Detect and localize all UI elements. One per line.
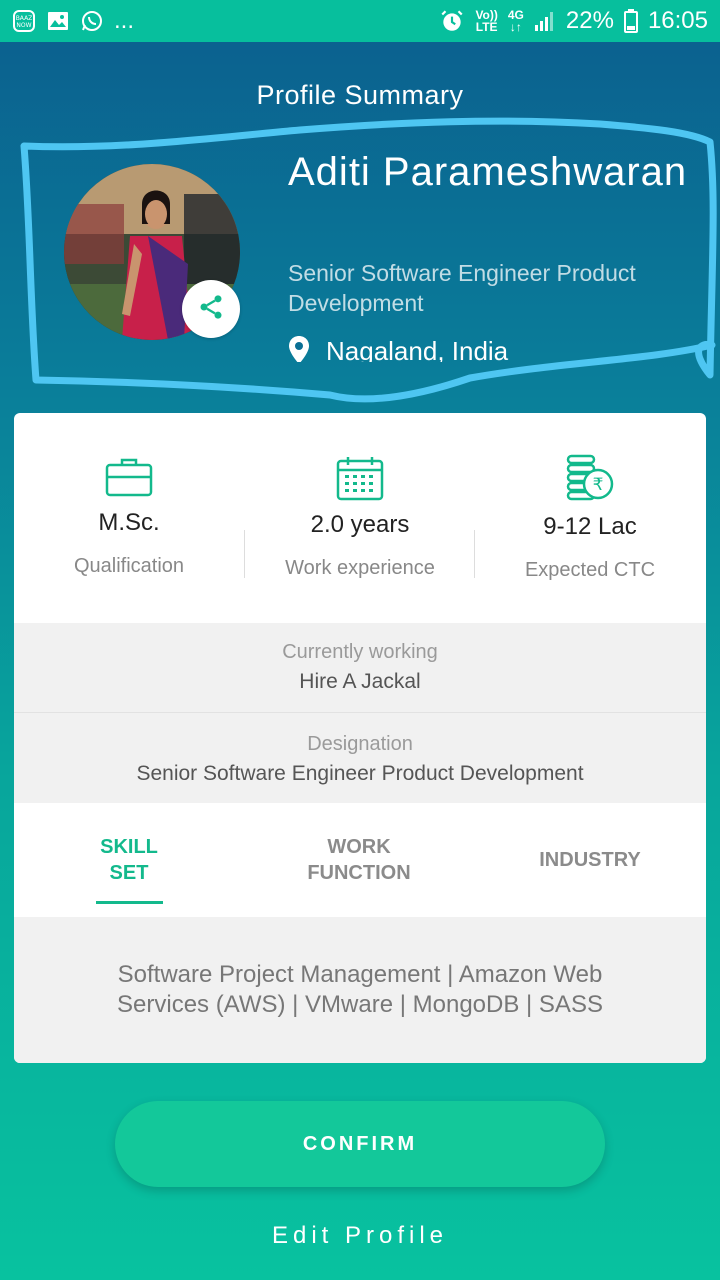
svg-text:₹: ₹	[593, 475, 604, 495]
stat-qualification: M.Sc. Qualification	[14, 413, 244, 623]
designation-section: Designation Senior Software Engineer Pro…	[14, 713, 706, 803]
edit-profile-link[interactable]: Edit Profile	[0, 1222, 720, 1250]
share-icon	[197, 293, 225, 326]
active-tab-indicator	[96, 901, 163, 904]
location-text: Nagaland, India	[326, 336, 509, 362]
briefcase-icon	[14, 457, 244, 497]
network-type-indicator: 4G ↓↑	[507, 8, 524, 34]
designation-label: Designation	[307, 733, 413, 755]
volte-indicator: Vo)) LTE	[475, 8, 498, 34]
status-bar: BAAZ NOW ... Vo)) LTE 4G ↓↑ 22% 16:05	[0, 0, 720, 42]
whatsapp-icon	[80, 9, 104, 33]
skills-text: Software Project Management | Amazon Web…	[14, 917, 706, 1063]
current-company-value: Hire A Jackal	[299, 670, 421, 693]
stat-label: Qualification	[73, 555, 185, 577]
confirm-button[interactable]: CONFIRM	[115, 1101, 605, 1187]
alarm-icon	[439, 8, 465, 34]
profile-location: Nagaland, India	[288, 336, 688, 362]
rupee-coins-icon: ₹	[475, 453, 705, 503]
stat-experience: 2.0 years Work experience	[245, 413, 475, 623]
stats-row: M.Sc. Qualification 2.0 years Work exper…	[14, 413, 706, 623]
stat-value: 2.0 years	[310, 511, 410, 538]
current-company-section: Currently working Hire A Jackal	[14, 623, 706, 713]
clock: 16:05	[647, 7, 708, 34]
stat-label: Expected CTC	[524, 559, 656, 581]
share-button[interactable]	[182, 280, 240, 338]
gallery-icon	[46, 9, 70, 33]
calendar-icon	[245, 455, 475, 501]
location-pin-icon	[288, 336, 310, 362]
stat-value: 9-12 Lac	[543, 513, 637, 540]
stat-label: Work experience	[285, 557, 435, 579]
tab-skill-set[interactable]: SKILL SET	[64, 803, 194, 917]
svg-text:NOW: NOW	[16, 22, 31, 29]
profile-name: Aditi Parameshwaran	[288, 150, 688, 194]
battery-icon	[623, 9, 638, 33]
svg-text:BAAZ: BAAZ	[16, 15, 33, 22]
more-notifications: ...	[114, 7, 135, 34]
page-title: Profile Summary	[256, 80, 464, 110]
designation-value: Senior Software Engineer Product Develop…	[136, 762, 584, 785]
stat-expected-ctc: ₹ 9-12 Lac Expected CTC	[475, 413, 705, 623]
profile-role: Senior Software Engineer Product Develop…	[288, 260, 636, 316]
profile-card: M.Sc. Qualification 2.0 years Work exper…	[14, 413, 706, 1063]
current-company-label: Currently working	[282, 641, 438, 663]
tab-work-function[interactable]: WORK FUNCTION	[279, 803, 439, 917]
profile-avatar-container	[64, 164, 240, 340]
detail-tabs: SKILL SET WORK FUNCTION INDUSTRY	[14, 803, 706, 917]
signal-icon	[534, 10, 556, 32]
battery-percent: 22%	[565, 7, 614, 34]
stat-value: M.Sc.	[98, 509, 160, 536]
baaz-now-icon: BAAZ NOW	[12, 9, 36, 33]
tab-industry[interactable]: INDUSTRY	[514, 803, 666, 917]
